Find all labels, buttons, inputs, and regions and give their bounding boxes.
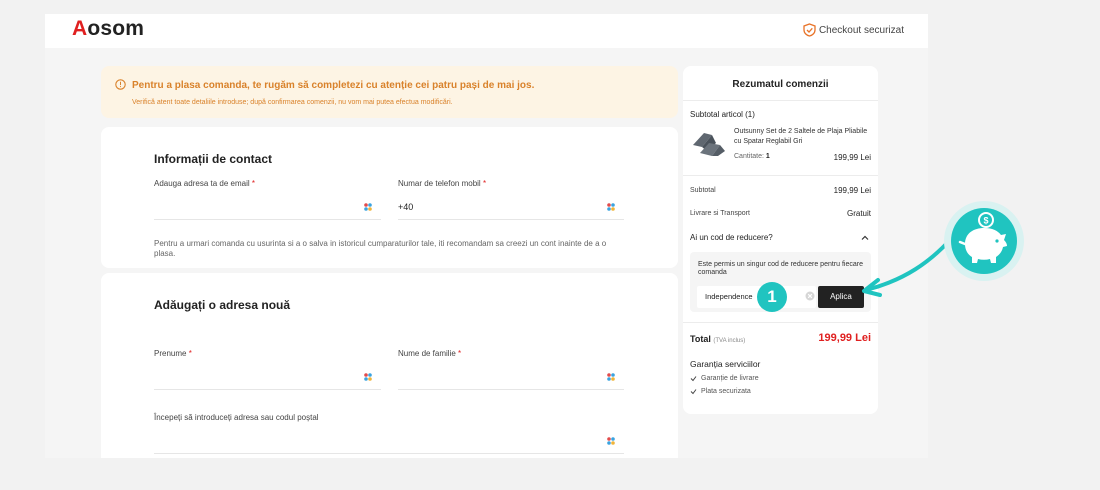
subtotal-items-label: Subtotal articol (1)	[690, 110, 755, 119]
shield-check-icon	[803, 23, 816, 37]
shipping-label: Livrare si Transport	[690, 210, 750, 217]
discount-note: Este permis un singur cod de reducere pe…	[698, 261, 863, 276]
last-name-underline	[398, 389, 624, 390]
check-icon	[690, 389, 697, 395]
autofill-icon[interactable]	[606, 436, 616, 446]
product-quantity: Cantitate: 1	[734, 153, 770, 160]
autofill-icon[interactable]	[606, 372, 616, 382]
notice-subtitle: Verifică atent toate detaliile introduse…	[132, 99, 453, 106]
shipping-value: Gratuit	[846, 209, 871, 218]
address-card: Adăugați o adresa nouă Prenume * Nume de…	[101, 273, 678, 458]
divider	[683, 322, 878, 323]
summary-title: Rezumatul comenzii	[732, 79, 829, 90]
secure-label: Checkout securizat	[818, 24, 904, 36]
email-field[interactable]	[154, 193, 381, 219]
step-badge: 1	[757, 282, 787, 312]
email-label: Adauga adresa ta de email *	[154, 179, 255, 188]
piggy-bank-icon: $	[944, 201, 1024, 281]
first-name-underline	[154, 389, 381, 390]
address-search-label: Începeți să introduceți adresa sau codul…	[154, 413, 319, 422]
contact-hint: Pentru a urmari comanda cu usurinta si a…	[154, 239, 607, 258]
total-value: 199,99 Lei	[818, 332, 871, 344]
checkout-frame: Aosom Checkout securizat Pentru a plasa …	[45, 14, 928, 458]
discount-toggle[interactable]: Ai un cod de reducere?	[690, 233, 773, 242]
last-name-field[interactable]	[398, 363, 624, 389]
autofill-icon[interactable]	[363, 372, 373, 382]
autofill-icon[interactable]	[606, 202, 616, 212]
first-name-field[interactable]	[154, 363, 381, 389]
product-price: 199,99 Lei	[833, 153, 871, 162]
address-underline	[154, 453, 624, 454]
clear-icon[interactable]	[805, 291, 815, 301]
phone-field[interactable]: +40	[398, 202, 413, 212]
product-name[interactable]: Outsunny Set de 2 Saltele de Plaja Pliab…	[734, 127, 874, 147]
guarantee-item: Plata securizata	[690, 388, 751, 395]
header: Aosom Checkout securizat	[45, 14, 928, 48]
address-title: Adăugați o adresa nouă	[154, 298, 291, 312]
subtotal-label: Subtotal	[690, 187, 716, 194]
address-search-field[interactable]	[154, 427, 624, 453]
autofill-icon[interactable]	[363, 202, 373, 212]
info-icon	[115, 79, 126, 90]
contact-title: Informații de contact	[154, 152, 273, 166]
total-label: Total (TVA inclus)	[690, 334, 746, 344]
divider	[683, 100, 878, 101]
notice-title: Pentru a plasa comanda, te rugăm să comp…	[132, 80, 535, 91]
guarantee-title: Garanția serviciilor	[690, 359, 761, 369]
last-name-label: Nume de familie *	[398, 349, 462, 358]
svg-text:$: $	[983, 216, 988, 226]
aosom-logo[interactable]: Aosom	[72, 17, 144, 41]
notice-banner: Pentru a plasa comanda, te rugăm să comp…	[101, 66, 678, 118]
divider	[683, 175, 878, 176]
check-icon	[690, 376, 697, 382]
order-summary: Rezumatul comenzii Subtotal articol (1) …	[683, 66, 878, 414]
contact-card: Informații de contact Adauga adresa ta d…	[101, 127, 678, 268]
phone-underline	[398, 219, 624, 220]
secure-checkout: Checkout securizat	[803, 23, 904, 37]
product-image[interactable]	[690, 129, 727, 157]
subtotal-value: 199,99 Lei	[833, 186, 871, 195]
email-underline	[154, 219, 381, 220]
first-name-label: Prenume *	[154, 349, 192, 358]
guarantee-item: Garanție de livrare	[690, 375, 759, 382]
phone-label: Numar de telefon mobil *	[398, 179, 487, 188]
